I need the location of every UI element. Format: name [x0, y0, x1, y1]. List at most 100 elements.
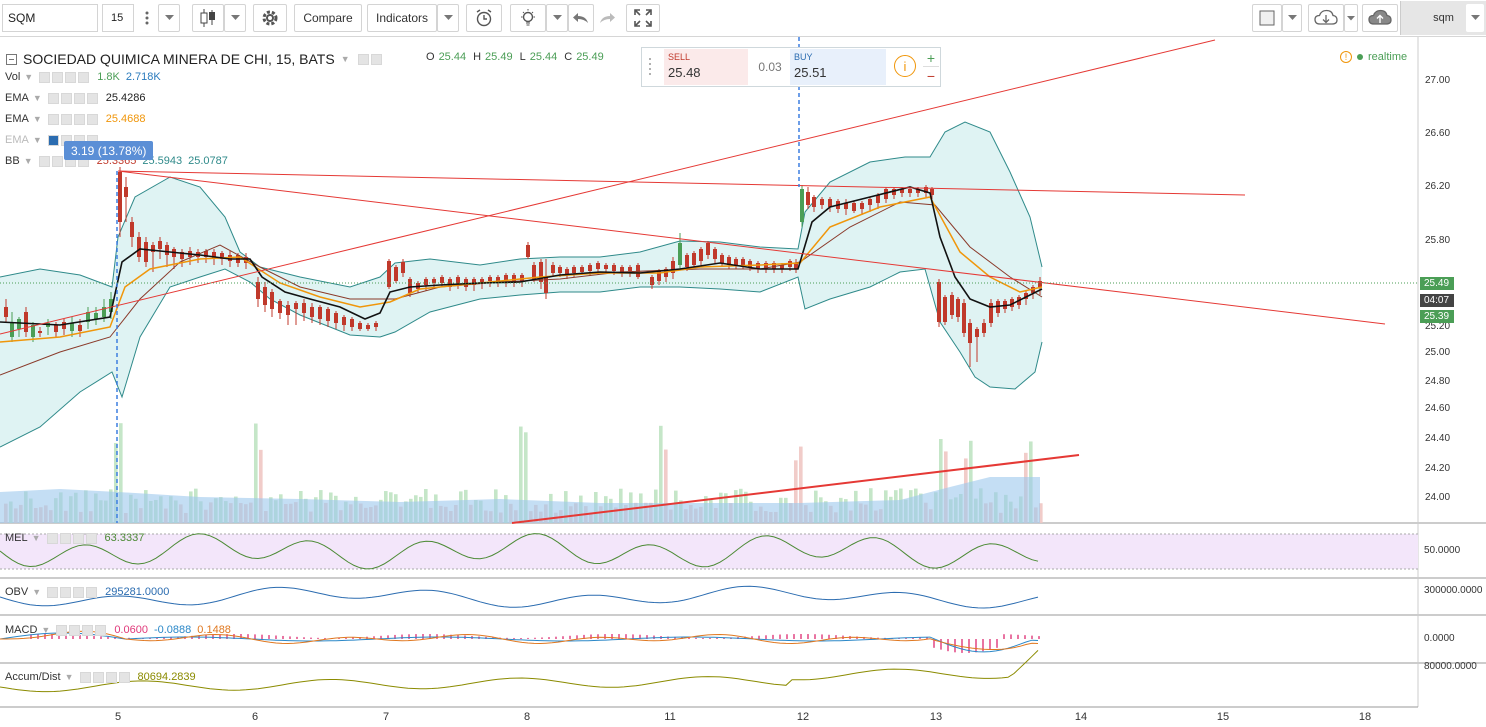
candle-body: [650, 277, 654, 285]
price-tag-last-price: 25.49: [1420, 277, 1454, 290]
indicator-caret-icon[interactable]: ▼: [24, 72, 33, 82]
compare-button[interactable]: Compare: [294, 4, 362, 32]
spread-value: 0.03: [758, 60, 782, 74]
indicator-plus-icon[interactable]: [73, 113, 85, 125]
collapse-icon[interactable]: [6, 53, 17, 65]
macd-histogram-bar: [604, 634, 606, 639]
layout-square-icon[interactable]: [1252, 4, 1282, 32]
indicator-gear-icon[interactable]: [51, 155, 63, 167]
macd-histogram-bar: [310, 637, 312, 639]
pane-eye-icon[interactable]: [79, 671, 91, 683]
layout-dropdown-icon[interactable]: [1282, 4, 1302, 32]
candle-body: [860, 203, 864, 209]
ideas-lightbulb-icon[interactable]: [510, 4, 546, 32]
indicators-dropdown-icon[interactable]: [437, 4, 459, 32]
indicator-close-icon[interactable]: [86, 92, 98, 104]
indicators-button[interactable]: Indicators: [367, 4, 437, 32]
pane-close-icon[interactable]: [86, 586, 98, 598]
settings-gear-icon[interactable]: [253, 4, 287, 32]
candle-body: [62, 322, 66, 329]
tab-dropdown-icon[interactable]: [1466, 4, 1484, 32]
ideas-dropdown-icon[interactable]: [546, 4, 568, 32]
indicator-plus-icon[interactable]: [73, 92, 85, 104]
pane-caret-icon[interactable]: ▼: [32, 587, 41, 597]
time-axis-tick: 6: [251, 711, 259, 723]
cloud-download-dropdown-icon[interactable]: [1344, 4, 1358, 32]
title-settings-icon[interactable]: [370, 53, 382, 65]
pane-eye-icon[interactable]: [56, 624, 68, 636]
visibility-icon[interactable]: [357, 53, 369, 65]
trade-drag-handle-icon[interactable]: [648, 56, 652, 80]
cloud-upload-icon[interactable]: [1362, 4, 1398, 32]
quantity-minus-icon[interactable]: −: [923, 67, 939, 84]
pane-plus-icon[interactable]: [73, 586, 85, 598]
title-caret-icon[interactable]: ▼: [341, 54, 350, 64]
buy-button[interactable]: BUY 25.51: [790, 49, 886, 85]
pane-gear-icon[interactable]: [59, 532, 71, 544]
trade-info-icon[interactable]: i: [894, 55, 916, 77]
trade-panel: SELL 25.48 0.03 BUY 25.51 i + −: [641, 47, 941, 87]
indicator-legend-0: Vol ▼ 1.8K 2.718K: [5, 71, 161, 83]
pane-plus-icon[interactable]: [105, 671, 117, 683]
macd-histogram-bar: [282, 635, 284, 639]
candle-body: [294, 303, 298, 309]
indicator-caret-icon[interactable]: ▼: [24, 156, 33, 166]
macd-histogram-bar: [807, 634, 809, 639]
indicator-eye-icon[interactable]: [38, 155, 50, 167]
indicator-eye-icon[interactable]: [47, 134, 59, 146]
candle-body: [78, 325, 82, 331]
buy-price: 25.51: [794, 65, 827, 80]
pane-plus-icon[interactable]: [82, 624, 94, 636]
indicator-close-icon[interactable]: [78, 71, 90, 83]
cloud-download-icon[interactable]: [1308, 4, 1344, 32]
interval-input[interactable]: [102, 4, 134, 32]
open-value: 25.44: [438, 51, 467, 63]
pane-value: -0.0888: [153, 624, 192, 636]
pane-axis-value: 0.0000: [1424, 633, 1455, 644]
alert-clock-icon[interactable]: [466, 4, 502, 32]
pane-close-icon[interactable]: [118, 671, 130, 683]
indicator-caret-icon[interactable]: ▼: [33, 93, 42, 103]
redo-icon[interactable]: [594, 4, 620, 32]
pane-caret-icon[interactable]: ▼: [41, 625, 50, 635]
quantity-plus-icon[interactable]: +: [923, 50, 939, 67]
pane-eye-icon[interactable]: [47, 586, 59, 598]
pane-eye-icon[interactable]: [46, 532, 58, 544]
indicator-eye-icon[interactable]: [47, 92, 59, 104]
indicator-gear-icon[interactable]: [60, 113, 72, 125]
candle-body: [943, 297, 947, 322]
pane-gear-icon[interactable]: [60, 586, 72, 598]
indicator-gear-icon[interactable]: [52, 71, 64, 83]
price-axis-tick: 26.60: [1425, 128, 1451, 139]
interval-dropdown-icon[interactable]: [158, 4, 180, 32]
pane-close-icon[interactable]: [85, 532, 97, 544]
macd-histogram-bar: [569, 635, 571, 639]
candle-body: [432, 279, 436, 283]
macd-histogram-bar: [828, 634, 830, 639]
symbol-input[interactable]: [2, 4, 98, 32]
pane-plus-icon[interactable]: [72, 532, 84, 544]
undo-icon[interactable]: [568, 4, 594, 32]
candles-style-icon[interactable]: [192, 4, 224, 32]
pane-gear-icon[interactable]: [92, 671, 104, 683]
indicator-close-icon[interactable]: [86, 113, 98, 125]
indicator-eye-icon[interactable]: [47, 113, 59, 125]
candle-body: [334, 313, 338, 323]
pane-gear-icon[interactable]: [69, 624, 81, 636]
close-label: C: [564, 51, 573, 63]
chart-style-dropdown-icon[interactable]: [224, 4, 246, 32]
indicator-plus-icon[interactable]: [65, 71, 77, 83]
chart-area[interactable]: SOCIEDAD QUIMICA MINERA DE CHI, 15, BATS…: [0, 37, 1486, 727]
measure-badge: 3.19 (13.78%): [64, 141, 154, 160]
warning-icon[interactable]: !: [1340, 51, 1352, 63]
indicator-gear-icon[interactable]: [60, 92, 72, 104]
indicator-caret-icon[interactable]: ▼: [33, 135, 42, 145]
indicator-caret-icon[interactable]: ▼: [33, 114, 42, 124]
interval-menu-icon[interactable]: [136, 4, 158, 32]
sell-button[interactable]: SELL 25.48: [664, 49, 748, 85]
fullscreen-icon[interactable]: [626, 4, 660, 32]
pane-caret-icon[interactable]: ▼: [65, 672, 74, 682]
indicator-eye-icon[interactable]: [39, 71, 51, 83]
pane-caret-icon[interactable]: ▼: [32, 533, 41, 543]
pane-close-icon[interactable]: [95, 624, 107, 636]
